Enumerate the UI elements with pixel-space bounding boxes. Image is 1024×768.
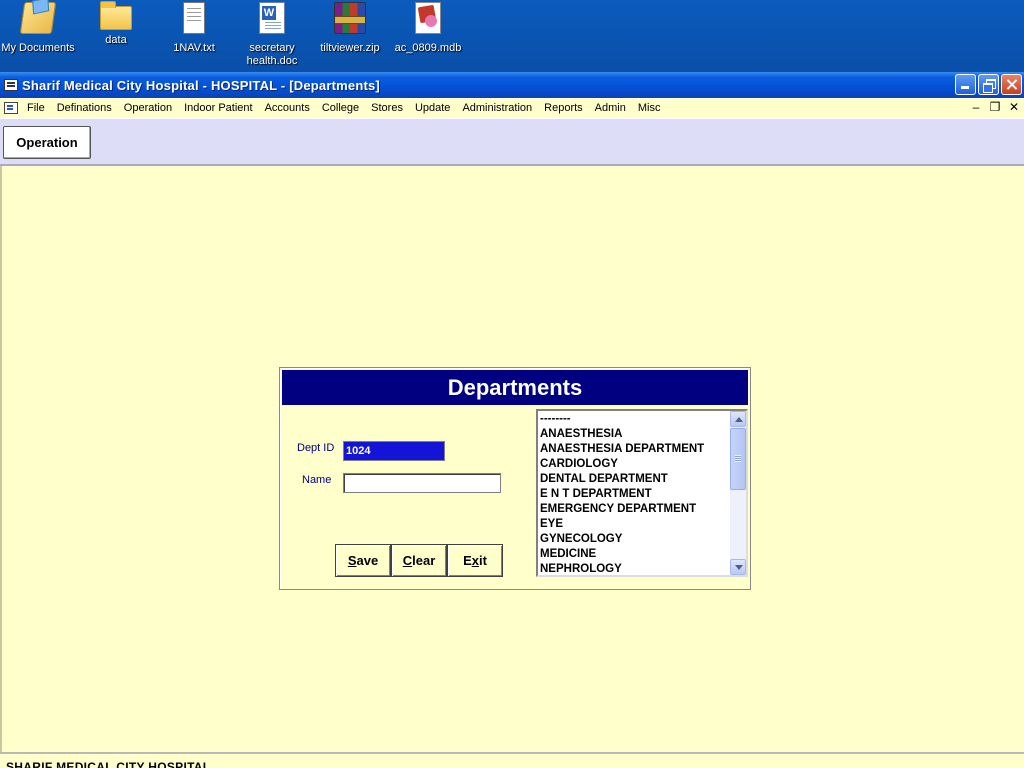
my-documents-icon [19, 2, 57, 34]
clear-label: lear [412, 553, 436, 568]
menu-college[interactable]: College [316, 102, 365, 114]
folder-icon [100, 1, 132, 30]
menu-indoor-patient[interactable]: Indoor Patient [178, 102, 259, 114]
toolbar: Operation [0, 118, 1024, 166]
zip-archive-icon [334, 2, 366, 34]
departments-form: Departments Dept ID 1024 Name Save Clear… [279, 367, 751, 590]
list-item[interactable]: ANAESTHESIA [540, 427, 730, 442]
desktop-icon-tiltviewer-zip[interactable]: tiltviewer.zip [312, 2, 388, 55]
menu-file[interactable]: File [21, 102, 51, 114]
operation-button[interactable]: Operation [3, 126, 91, 159]
list-item[interactable]: EYE [540, 517, 730, 532]
menu-update[interactable]: Update [409, 102, 456, 114]
menu-operation[interactable]: Operation [118, 102, 178, 114]
desktop: My Documents data 1NAV.txt secretary hea… [0, 0, 1024, 72]
list-item[interactable]: EMERGENCY DEPARTMENT [540, 502, 730, 517]
menu-misc[interactable]: Misc [632, 102, 667, 114]
list-item[interactable]: E N T DEPARTMENT [540, 487, 730, 502]
desktop-icon-data[interactable]: data [78, 1, 154, 47]
exit-button[interactable]: Exit [447, 544, 503, 577]
desktop-icon-label: secretary health.doc [246, 42, 298, 67]
word-document-icon [259, 2, 285, 34]
menu-administration[interactable]: Administration [456, 102, 538, 114]
menu-stores[interactable]: Stores [365, 102, 409, 114]
dept-id-label: Dept ID [297, 442, 335, 454]
mdi-child-icon[interactable] [4, 102, 18, 114]
desktop-icon-secretary-health-doc[interactable]: secretary health.doc [234, 2, 310, 68]
clear-button[interactable]: Clear [391, 544, 447, 577]
name-input[interactable] [343, 473, 501, 493]
list-scrollbar[interactable] [730, 411, 746, 575]
mdi-controls: – ❐ ✕ [968, 100, 1022, 114]
save-label: ave [356, 553, 379, 568]
exit-label-start: E [463, 553, 472, 568]
window-title: Sharif Medical City Hospital - HOSPITAL … [22, 77, 380, 93]
menu-reports[interactable]: Reports [538, 102, 589, 114]
departments-list-items: -------- ANAESTHESIA ANAESTHESIA DEPARTM… [538, 411, 730, 575]
desktop-icon-1nav-txt[interactable]: 1NAV.txt [156, 2, 232, 55]
desktop-icon-label: My Documents [1, 42, 75, 54]
list-item[interactable]: -------- [540, 412, 730, 427]
scroll-down-icon[interactable] [730, 559, 746, 575]
form-title: Departments [282, 370, 748, 405]
save-button[interactable]: Save [335, 544, 391, 577]
menu-bar: File Definations Operation Indoor Patien… [0, 98, 1024, 118]
list-item[interactable]: CARDIOLOGY [540, 457, 730, 472]
desktop-icon-ac-0809-mdb[interactable]: ac_0809.mdb [390, 2, 466, 55]
list-item[interactable]: NEPHROLOGY [540, 562, 730, 575]
desktop-icon-label: tiltviewer.zip [320, 42, 380, 54]
text-file-icon [183, 2, 205, 34]
mdi-restore-button[interactable]: ❐ [987, 100, 1003, 114]
menu-definations[interactable]: Definations [51, 102, 118, 114]
name-label: Name [302, 474, 332, 486]
mdi-close-button[interactable]: ✕ [1006, 100, 1022, 114]
scroll-thumb[interactable] [730, 428, 746, 490]
desktop-icon-label: data [105, 34, 127, 46]
app-icon[interactable] [4, 79, 18, 91]
list-item[interactable]: ANAESTHESIA DEPARTMENT [540, 442, 730, 457]
desktop-icon-label: 1NAV.txt [173, 42, 215, 54]
desktop-icon-my-documents[interactable]: My Documents [0, 2, 76, 55]
close-button[interactable] [1001, 74, 1022, 95]
window-controls [955, 74, 1022, 95]
status-text: SHARIF MEDICAL CITY HOSPITAL [6, 760, 211, 768]
restore-button[interactable] [978, 74, 999, 95]
title-bar[interactable]: Sharif Medical City Hospital - HOSPITAL … [0, 72, 1024, 98]
scroll-up-icon[interactable] [730, 411, 746, 427]
dept-id-field[interactable]: 1024 [343, 441, 445, 461]
list-item[interactable]: GYNECOLOGY [540, 532, 730, 547]
menu-admin[interactable]: Admin [589, 102, 632, 114]
desktop-icon-label: ac_0809.mdb [394, 42, 462, 54]
exit-accelerator: x [471, 553, 479, 568]
list-item[interactable]: DENTAL DEPARTMENT [540, 472, 730, 487]
access-database-icon [415, 2, 441, 34]
minimize-button[interactable] [955, 74, 976, 95]
departments-list[interactable]: -------- ANAESTHESIA ANAESTHESIA DEPARTM… [536, 409, 748, 577]
mdi-minimize-button[interactable]: – [968, 100, 984, 114]
menu-accounts[interactable]: Accounts [259, 102, 316, 114]
list-item[interactable]: MEDICINE [540, 547, 730, 562]
status-bar: SHARIF MEDICAL CITY HOSPITAL [0, 752, 1024, 768]
exit-label-end: it [478, 553, 487, 568]
clear-accelerator: C [402, 553, 413, 568]
